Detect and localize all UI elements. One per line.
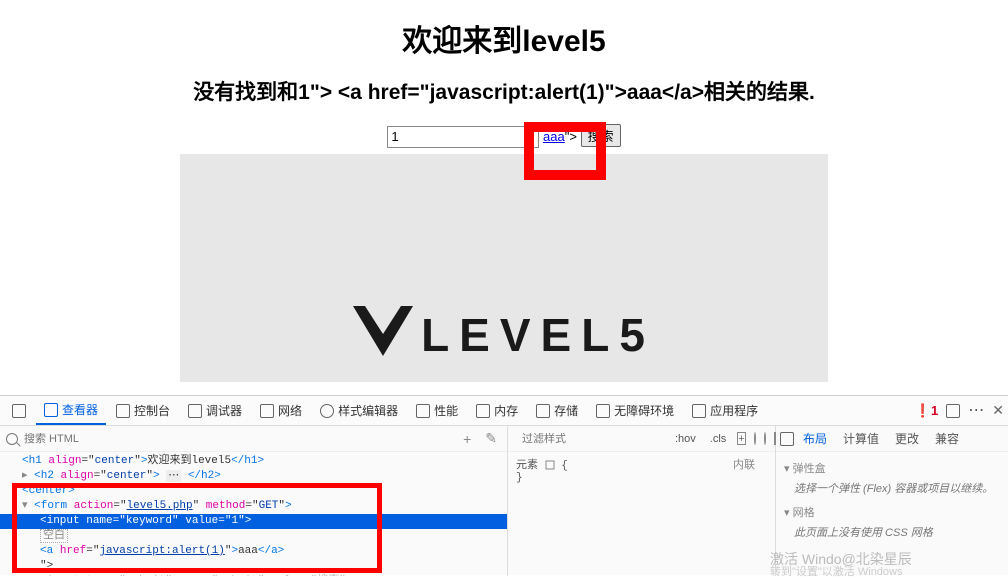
tree-input-selected: <input name="keyword" value="1"> xyxy=(0,514,507,529)
tab-application[interactable]: 应用程序 xyxy=(684,397,766,424)
tab-compat[interactable]: 兼容 xyxy=(928,426,966,451)
dark-scheme-icon[interactable] xyxy=(764,432,766,445)
html-search-input[interactable] xyxy=(24,433,453,445)
tree-stray: "> xyxy=(0,559,507,574)
tree-anchor: <a href="javascript:alert(1)">aaa</a> xyxy=(0,544,507,559)
flex-section-header[interactable]: 弹性盒 xyxy=(784,460,1000,476)
layout-pane-icon[interactable] xyxy=(780,432,794,446)
tree-h1: <h1 align="center">欢迎来到level5</h1> xyxy=(0,454,507,469)
layout-pane: 布局 计算值 更改 兼容 弹性盒 选择一个弹性 (Flex) 容器或项目以继续。… xyxy=(776,426,1008,576)
keyword-input[interactable] xyxy=(387,126,539,148)
tab-performance[interactable]: 性能 xyxy=(408,397,466,424)
tree-center: <center> xyxy=(0,484,507,499)
grid-section-header[interactable]: 网格 xyxy=(784,504,1000,520)
styles-body[interactable]: 元素 {内联 } xyxy=(508,452,775,576)
tab-debugger[interactable]: 调试器 xyxy=(180,397,250,424)
page-title: 欢迎来到level5 xyxy=(0,16,1008,60)
page-subtitle: 没有找到和1"> <a href="javascript:alert(1)">a… xyxy=(0,76,1008,106)
tree-h2: ▸ <h2 align="center"> ⋯ </h2> xyxy=(0,469,507,484)
tree-submit: <input type="submit" name="submit" value… xyxy=(0,574,507,576)
error-badge[interactable]: ❗1 xyxy=(915,403,938,419)
tab-changes[interactable]: 更改 xyxy=(888,426,926,451)
tree-whitespace: 空白 xyxy=(0,529,507,544)
logo-mark-icon xyxy=(353,306,413,364)
logo-text: LEVEL5 xyxy=(421,308,655,362)
html-pane: + ✎ <h1 align="center">欢迎来到level5</h1> ▸… xyxy=(0,426,508,576)
search-button[interactable]: 搜索 xyxy=(581,124,621,147)
add-node-icon[interactable]: + xyxy=(459,431,475,447)
new-rule-icon[interactable]: + xyxy=(737,432,745,445)
tab-inspector[interactable]: 查看器 xyxy=(36,396,106,425)
tab-network[interactable]: 网络 xyxy=(252,397,310,424)
search-form: aaa"> 搜索 xyxy=(0,124,1008,148)
html-search-row: + ✎ xyxy=(0,426,507,452)
tab-storage[interactable]: 存储 xyxy=(528,397,586,424)
page-content: 欢迎来到level5 没有找到和1"> <a href="javascript:… xyxy=(0,0,1008,395)
pick-element-icon[interactable] xyxy=(4,399,34,423)
level5-logo: LEVEL5 xyxy=(353,306,655,364)
more-icon[interactable]: ⋯ xyxy=(968,405,984,417)
html-tree[interactable]: <h1 align="center">欢迎来到level5</h1> ▸ <h2… xyxy=(0,452,507,576)
tab-accessibility[interactable]: 无障碍环境 xyxy=(588,397,682,424)
injected-link[interactable]: aaa xyxy=(543,129,565,144)
styles-pane: :hov .cls + 元素 {内联 } xyxy=(508,426,776,576)
logo-banner: LEVEL5 xyxy=(180,154,828,382)
tab-memory[interactable]: 内存 xyxy=(468,397,526,424)
flex-section-text: 选择一个弹性 (Flex) 容器或项目以继续。 xyxy=(794,480,1000,496)
tab-layout[interactable]: 布局 xyxy=(796,426,834,451)
eyedropper-icon[interactable]: ✎ xyxy=(481,430,501,447)
filter-styles-input[interactable] xyxy=(522,433,664,445)
hov-button[interactable]: :hov xyxy=(672,433,699,445)
devtools-tabbar: 查看器 控制台 调试器 网络 样式编辑器 性能 内存 存储 无障碍环境 应用程序… xyxy=(0,396,1008,426)
grid-section-text: 此页面上没有使用 CSS 网格 xyxy=(794,524,1000,540)
devtools-panel: 查看器 控制台 调试器 网络 样式编辑器 性能 内存 存储 无障碍环境 应用程序… xyxy=(0,395,1008,575)
print-media-icon[interactable] xyxy=(774,432,776,445)
dock-icon[interactable] xyxy=(946,404,960,418)
tab-computed[interactable]: 计算值 xyxy=(836,426,886,451)
search-icon xyxy=(6,433,18,445)
close-devtools-icon[interactable]: ✕ xyxy=(992,402,1004,419)
cls-button[interactable]: .cls xyxy=(707,433,730,445)
tab-console[interactable]: 控制台 xyxy=(108,397,178,424)
light-scheme-icon[interactable] xyxy=(754,432,756,445)
tab-style-editor[interactable]: 样式编辑器 xyxy=(312,397,406,424)
tree-form-open: ▾ <form action="level5.php" method="GET"… xyxy=(0,499,507,514)
stray-text: "> xyxy=(565,129,581,144)
